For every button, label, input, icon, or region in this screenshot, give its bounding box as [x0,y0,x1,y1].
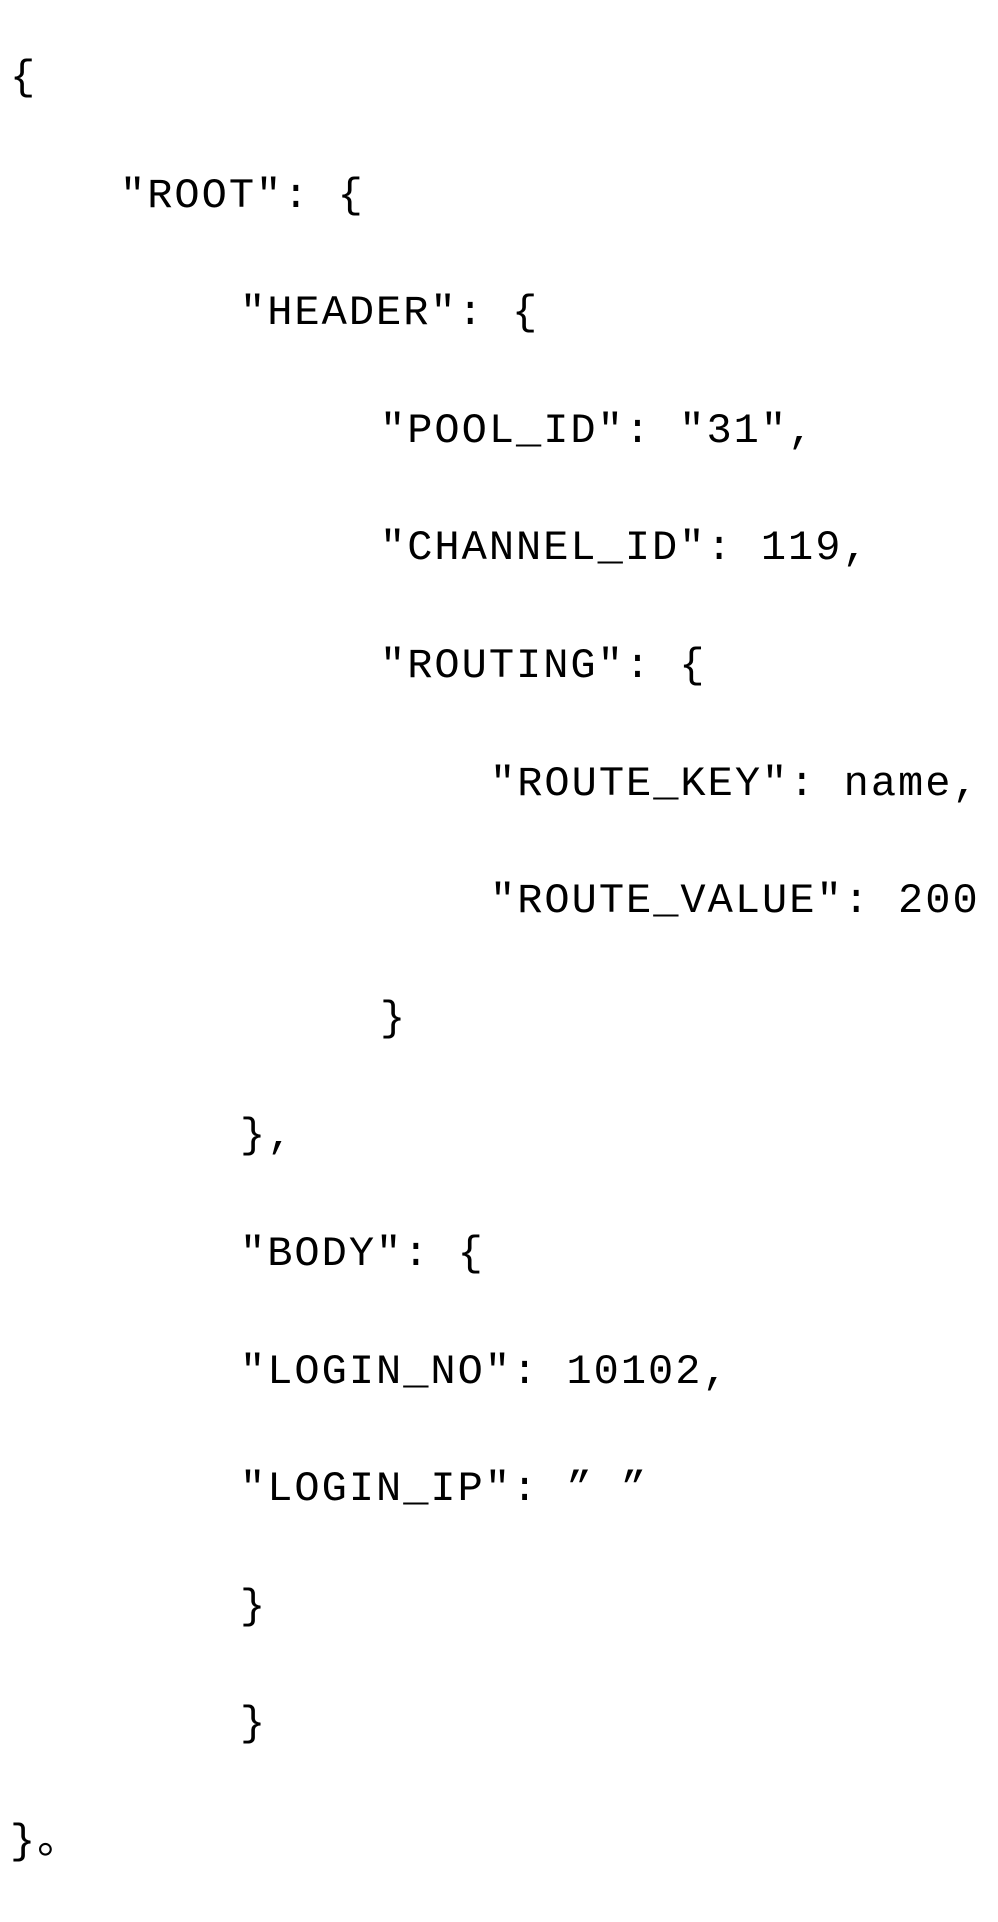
code-line-root-open: "ROOT": { [10,138,988,256]
code-line-pool-id: "POOL_ID": "31", [10,373,988,491]
code-line-close-brace: }。 [10,1784,988,1902]
code-line-channel-id: "CHANNEL_ID": 119, [10,490,988,608]
code-line-routing-open: "ROUTING": { [10,608,988,726]
code-line-routing-close: } [10,961,988,1079]
code-line-header-close: }, [10,1078,988,1196]
code-line-header-open: "HEADER": { [10,255,988,373]
code-line-login-no: "LOGIN_NO": 10102, [10,1314,988,1432]
code-line-body-close: } [10,1549,988,1667]
code-line-route-value: "ROUTE_VALUE": 200 [10,843,988,961]
code-line-open-brace: { [10,20,988,138]
code-line-route-key: "ROUTE_KEY": name, [10,726,988,844]
code-line-root-close: } [10,1666,988,1784]
code-line-body-open: "BODY": { [10,1196,988,1314]
code-line-login-ip: "LOGIN_IP": ” ” [10,1431,988,1549]
